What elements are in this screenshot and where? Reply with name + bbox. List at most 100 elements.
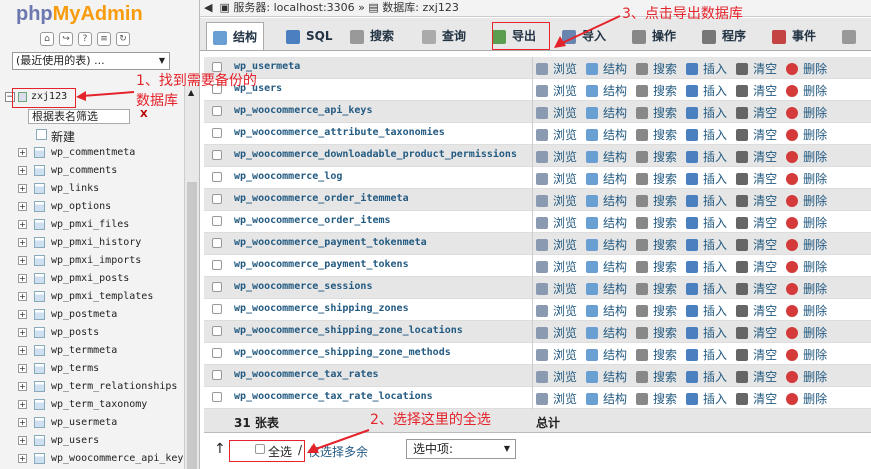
table-name-link[interactable]: wp_woocommerce_order_itemmeta: [234, 193, 409, 204]
row-action-3[interactable]: 插入: [686, 126, 727, 143]
with-selected-select[interactable]: 选中项: ▼: [406, 439, 516, 459]
sidebar-table-item[interactable]: + wp_pmxi_imports: [0, 252, 184, 270]
row-action-2[interactable]: 搜索: [636, 192, 677, 209]
row-checkbox[interactable]: [212, 348, 222, 358]
row-action-3[interactable]: 插入: [686, 258, 727, 275]
row-checkbox[interactable]: [212, 370, 222, 380]
row-action-3[interactable]: 插入: [686, 346, 727, 363]
sidebar-table-item[interactable]: + wp_term_taxonomy: [0, 396, 184, 414]
row-action-0[interactable]: 浏览: [536, 280, 577, 297]
row-action-1[interactable]: 结构: [586, 104, 627, 121]
row-action-0[interactable]: 浏览: [536, 258, 577, 275]
row-action-1[interactable]: 结构: [586, 60, 627, 77]
row-checkbox[interactable]: [212, 106, 222, 116]
row-action-2[interactable]: 搜索: [636, 148, 677, 165]
row-action-1[interactable]: 结构: [586, 170, 627, 187]
row-action-4[interactable]: 清空: [736, 236, 777, 253]
sidebar-table-item[interactable]: + wp_comments: [0, 162, 184, 180]
row-checkbox[interactable]: [212, 392, 222, 402]
row-action-5[interactable]: 删除: [786, 192, 827, 209]
expand-icon[interactable]: +: [18, 364, 27, 373]
recent-tables-select[interactable]: (最近使用的表) ... ▼: [12, 52, 170, 70]
row-action-2[interactable]: 搜索: [636, 346, 677, 363]
row-action-1[interactable]: 结构: [586, 126, 627, 143]
row-action-0[interactable]: 浏览: [536, 192, 577, 209]
row-action-2[interactable]: 搜索: [636, 170, 677, 187]
row-checkbox[interactable]: [212, 326, 222, 336]
row-action-1[interactable]: 结构: [586, 258, 627, 275]
row-action-0[interactable]: 浏览: [536, 346, 577, 363]
docs-icon[interactable]: ≡: [97, 32, 111, 46]
row-action-3[interactable]: 插入: [686, 390, 727, 407]
sidebar-table-item[interactable]: + wp_links: [0, 180, 184, 198]
expand-icon[interactable]: +: [18, 166, 27, 175]
row-checkbox[interactable]: [212, 282, 222, 292]
row-action-4[interactable]: 清空: [736, 170, 777, 187]
row-action-5[interactable]: 删除: [786, 368, 827, 385]
row-action-5[interactable]: 删除: [786, 346, 827, 363]
expand-icon[interactable]: +: [18, 382, 27, 391]
row-action-5[interactable]: 删除: [786, 214, 827, 231]
table-name-link[interactable]: wp_woocommerce_shipping_zone_locations: [234, 325, 463, 336]
expand-icon[interactable]: +: [18, 436, 27, 445]
row-action-3[interactable]: 插入: [686, 148, 727, 165]
table-name-link[interactable]: wp_woocommerce_api_keys: [234, 105, 372, 116]
table-name-link[interactable]: wp_woocommerce_payment_tokens: [234, 259, 409, 270]
row-action-4[interactable]: 清空: [736, 390, 777, 407]
row-action-4[interactable]: 清空: [736, 214, 777, 231]
expand-icon[interactable]: +: [18, 346, 27, 355]
sidebar-table-item[interactable]: + wp_term_relationships: [0, 378, 184, 396]
logout-icon[interactable]: ↪: [59, 32, 73, 46]
row-action-2[interactable]: 搜索: [636, 302, 677, 319]
row-action-4[interactable]: 清空: [736, 148, 777, 165]
new-table-item[interactable]: 新建: [0, 126, 184, 144]
row-action-3[interactable]: 插入: [686, 214, 727, 231]
tab-events[interactable]: 事件: [772, 22, 816, 50]
table-name-link[interactable]: wp_usermeta: [234, 61, 300, 72]
row-action-5[interactable]: 删除: [786, 258, 827, 275]
sidebar-table-item[interactable]: + wp_pmxi_history: [0, 234, 184, 252]
expand-icon[interactable]: +: [18, 328, 27, 337]
row-action-5[interactable]: 删除: [786, 302, 827, 319]
row-action-1[interactable]: 结构: [586, 324, 627, 341]
row-action-0[interactable]: 浏览: [536, 126, 577, 143]
row-checkbox[interactable]: [212, 128, 222, 138]
table-name-link[interactable]: wp_woocommerce_sessions: [234, 281, 372, 292]
row-action-0[interactable]: 浏览: [536, 214, 577, 231]
sidebar-table-item[interactable]: + wp_usermeta: [0, 414, 184, 432]
row-action-1[interactable]: 结构: [586, 280, 627, 297]
row-action-2[interactable]: 搜索: [636, 280, 677, 297]
tab-sql[interactable]: SQL: [286, 22, 333, 50]
tab-operations[interactable]: 操作: [632, 22, 676, 50]
table-name-link[interactable]: wp_woocommerce_tax_rates: [234, 369, 379, 380]
row-action-0[interactable]: 浏览: [536, 60, 577, 77]
table-name-link[interactable]: wp_woocommerce_order_items: [234, 215, 391, 226]
row-action-3[interactable]: 插入: [686, 60, 727, 77]
table-name-link[interactable]: wp_woocommerce_attribute_taxonomies: [234, 127, 445, 138]
row-action-4[interactable]: 清空: [736, 258, 777, 275]
sidebar-table-item[interactable]: + wp_postmeta: [0, 306, 184, 324]
row-action-0[interactable]: 浏览: [536, 324, 577, 341]
table-filter-input[interactable]: 根据表名筛选: [28, 109, 130, 124]
expand-icon[interactable]: +: [18, 454, 27, 463]
row-action-2[interactable]: 搜索: [636, 60, 677, 77]
row-action-2[interactable]: 搜索: [636, 214, 677, 231]
row-action-5[interactable]: 删除: [786, 170, 827, 187]
row-action-4[interactable]: 清空: [736, 302, 777, 319]
row-action-0[interactable]: 浏览: [536, 148, 577, 165]
expand-icon[interactable]: +: [18, 292, 27, 301]
row-action-3[interactable]: 插入: [686, 170, 727, 187]
table-name-link[interactable]: wp_woocommerce_log: [234, 171, 342, 182]
scrollbar-thumb[interactable]: [187, 182, 197, 469]
row-action-1[interactable]: 结构: [586, 236, 627, 253]
row-action-4[interactable]: 清空: [736, 126, 777, 143]
row-action-4[interactable]: 清空: [736, 324, 777, 341]
row-action-2[interactable]: 搜索: [636, 258, 677, 275]
row-action-3[interactable]: 插入: [686, 280, 727, 297]
expand-icon[interactable]: +: [18, 418, 27, 427]
home-icon[interactable]: ⌂: [40, 32, 54, 46]
tab-query[interactable]: 查询: [422, 22, 466, 50]
row-action-2[interactable]: 搜索: [636, 324, 677, 341]
expand-icon[interactable]: +: [18, 220, 27, 229]
row-action-3[interactable]: 插入: [686, 236, 727, 253]
